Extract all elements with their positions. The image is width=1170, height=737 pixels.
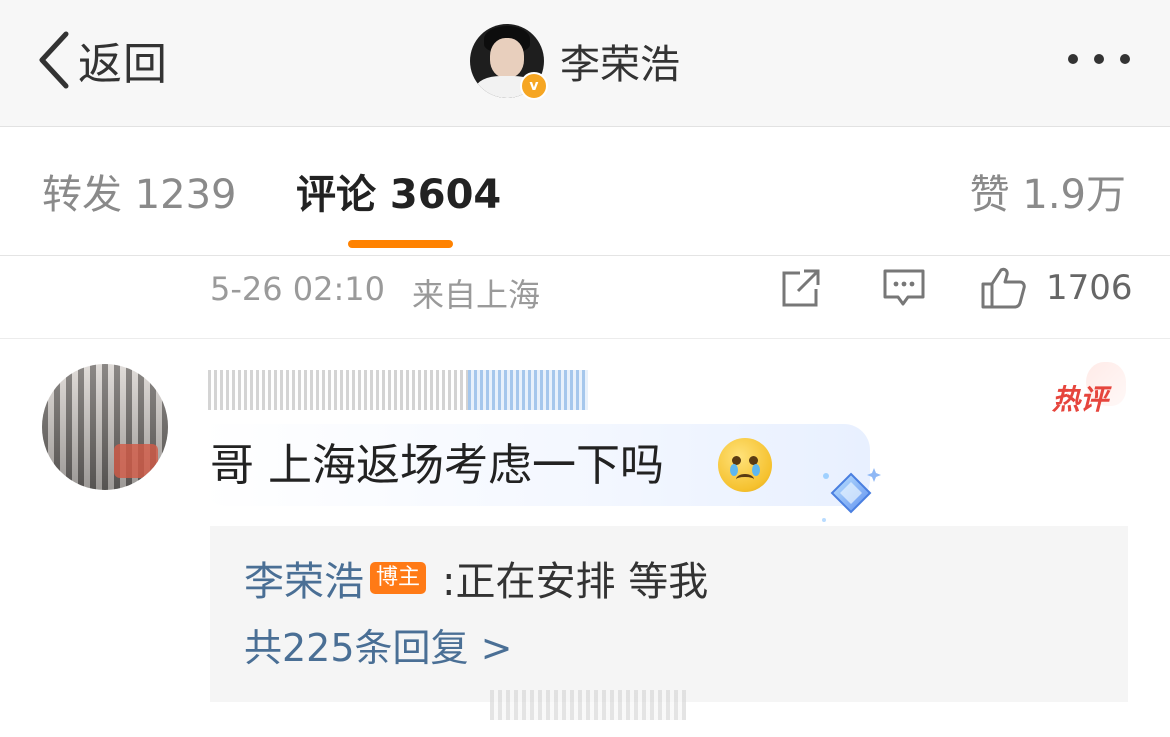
avatar[interactable]: v [470,24,548,100]
crying-face-icon [718,438,772,492]
reply-text: :正在安排 等我 [442,559,709,605]
thumbs-up-icon [981,267,1026,309]
timestamp: 5-26 02:10 [210,270,386,308]
emoji-tear [730,464,738,476]
hot-comment-badge: 热评 [1052,383,1109,416]
more-dot [1094,54,1104,64]
blurred-next-content [490,690,686,720]
tab-bar: 转发 1239 评论 3604 赞 1.9万 [0,127,1170,256]
top-nav: 返回 v 李荣浩 [0,0,1170,127]
comment-item: 热评 哥 上海返场考虑一下吗 李荣浩 博主 :正在安排 等我 共225条回复 > [0,340,1170,737]
comment-button[interactable] [882,266,926,310]
active-tab-indicator [348,240,453,248]
profile-header[interactable]: v 李荣浩 [470,24,680,100]
avatar-face [490,38,524,78]
like-count: 1706 [1046,268,1133,308]
comment-icon [883,269,925,306]
back-button[interactable]: 返回 [36,30,168,90]
page-title: 李荣浩 [560,42,680,88]
share-button[interactable] [780,266,822,310]
more-dot [1120,54,1130,64]
more-options-icon[interactable] [1068,54,1130,64]
diamond-sparkle-icon [822,468,881,522]
like-button[interactable]: 1706 [980,266,1133,310]
commenter-avatar[interactable] [42,364,168,490]
emoji-tear [752,464,760,476]
verified-badge-icon: v [520,72,548,100]
tab-repost[interactable]: 转发 1239 [42,171,237,219]
tab-comment[interactable]: 评论 3604 [296,171,501,219]
comment-text[interactable]: 哥 上海返场考虑一下吗 [210,438,664,494]
more-dot [1068,54,1078,64]
post-action-row: 5-26 02:10 来自上海 1706 [0,258,1170,339]
blogger-badge: 博主 [370,562,427,594]
view-replies-link[interactable]: 共225条回复 > [244,622,512,674]
commenter-name-blurred[interactable] [208,370,588,410]
commenter-name-highlight [468,370,588,410]
tab-like[interactable]: 赞 1.9万 [970,171,1126,219]
reply-author-link[interactable]: 李荣浩 [244,549,364,607]
chevron-left-icon [39,31,69,89]
reply-preview[interactable]: 李荣浩 博主 :正在安排 等我 共225条回复 > [210,526,1128,702]
reply-line: 李荣浩 博主 :正在安排 等我 [244,549,709,607]
share-icon [782,269,820,307]
avatar-badge [114,444,158,478]
post-source: 来自上海 [412,276,541,314]
emoji-mouth [736,474,754,485]
back-label: 返回 [78,39,168,90]
